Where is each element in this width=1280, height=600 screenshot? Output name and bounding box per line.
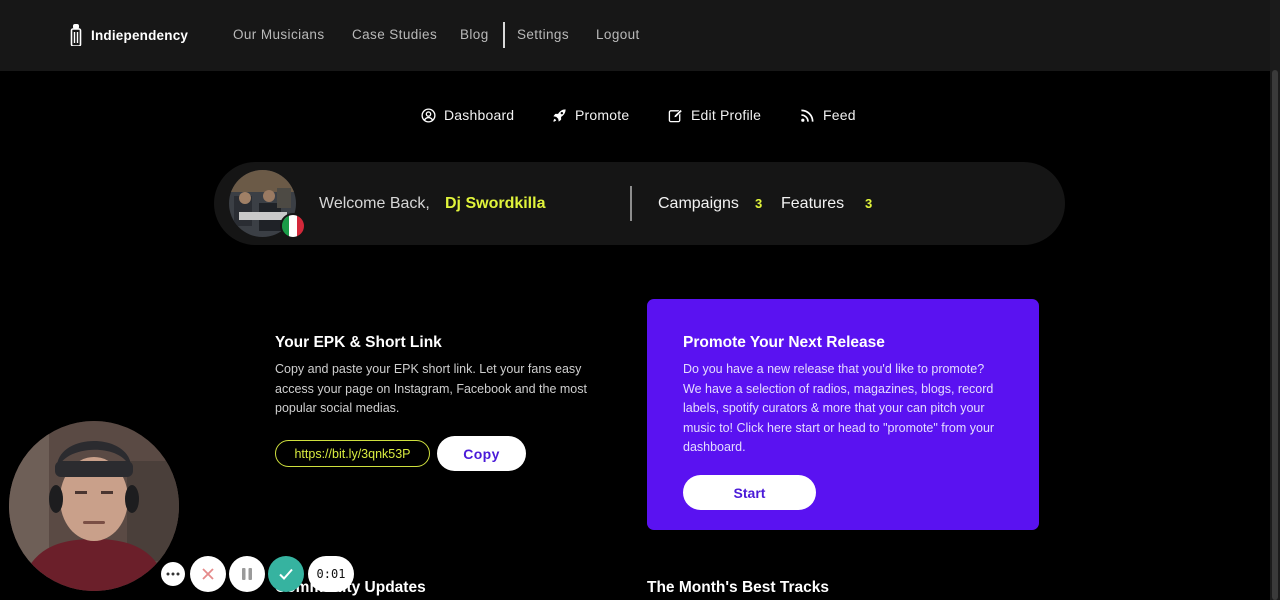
- microphone-logo-icon: [70, 24, 82, 47]
- subnav-dashboard-label: Dashboard: [444, 107, 515, 123]
- subnav-edit-profile-label: Edit Profile: [691, 107, 762, 123]
- recorder-finish-button[interactable]: [268, 556, 304, 592]
- recorder-more-button[interactable]: [161, 562, 185, 586]
- welcome-greeting: Welcome Back,: [319, 195, 430, 212]
- rss-icon: [801, 109, 814, 122]
- subnav-feed[interactable]: Feed: [800, 107, 856, 123]
- start-button[interactable]: Start: [683, 475, 816, 510]
- epk-short-link[interactable]: https://bit.ly/3qnk53P: [275, 440, 430, 467]
- promote-description: Do you have a new release that you'd lik…: [683, 362, 995, 454]
- recorder-pause-button[interactable]: [229, 556, 265, 592]
- promote-title: Promote Your Next Release: [683, 334, 885, 351]
- scrollbar-thumb[interactable]: [1272, 70, 1278, 600]
- copy-button[interactable]: Copy: [437, 436, 526, 471]
- webcam-preview[interactable]: [9, 421, 179, 591]
- nav-settings[interactable]: Settings: [517, 27, 569, 42]
- brand-name: Indiependency: [91, 27, 189, 43]
- campaigns-count: 3: [755, 196, 763, 211]
- check-icon: [279, 568, 293, 580]
- pause-icon: [242, 568, 252, 580]
- user-circle-icon: [421, 107, 436, 123]
- subnav-promote[interactable]: Promote: [552, 107, 629, 123]
- subnav-edit-profile[interactable]: Edit Profile: [668, 107, 761, 123]
- subnav-dashboard[interactable]: Dashboard: [421, 107, 514, 123]
- nav-divider: [503, 22, 505, 48]
- nav-our-musicians[interactable]: Our Musicians: [233, 27, 324, 42]
- welcome-user-name[interactable]: Dj Swordkilla: [445, 195, 545, 213]
- recorder-timer: 0:01: [308, 556, 354, 592]
- more-icon: [166, 572, 180, 576]
- close-icon: [202, 568, 214, 580]
- brand-logo[interactable]: Indiependency: [70, 24, 189, 47]
- italy-flag-icon: [280, 213, 306, 239]
- card-divider: [630, 186, 632, 221]
- rocket-icon: [553, 108, 566, 122]
- best-tracks-title: The Month's Best Tracks: [647, 579, 829, 596]
- nav-blog[interactable]: Blog: [460, 27, 489, 42]
- campaigns-label[interactable]: Campaigns: [658, 195, 739, 213]
- nav-case-studies[interactable]: Case Studies: [352, 27, 437, 42]
- features-count: 3: [865, 196, 873, 211]
- subnav-feed-label: Feed: [823, 107, 856, 123]
- nav-logout[interactable]: Logout: [596, 27, 640, 42]
- subnav-promote-label: Promote: [575, 107, 630, 123]
- edit-icon: [668, 108, 683, 122]
- epk-title: Your EPK & Short Link: [275, 334, 442, 351]
- features-label[interactable]: Features: [781, 195, 844, 213]
- epk-description: Copy and paste your EPK short link. Let …: [275, 362, 587, 415]
- recorder-cancel-button[interactable]: [190, 556, 226, 592]
- page-scrollbar[interactable]: [1270, 0, 1280, 600]
